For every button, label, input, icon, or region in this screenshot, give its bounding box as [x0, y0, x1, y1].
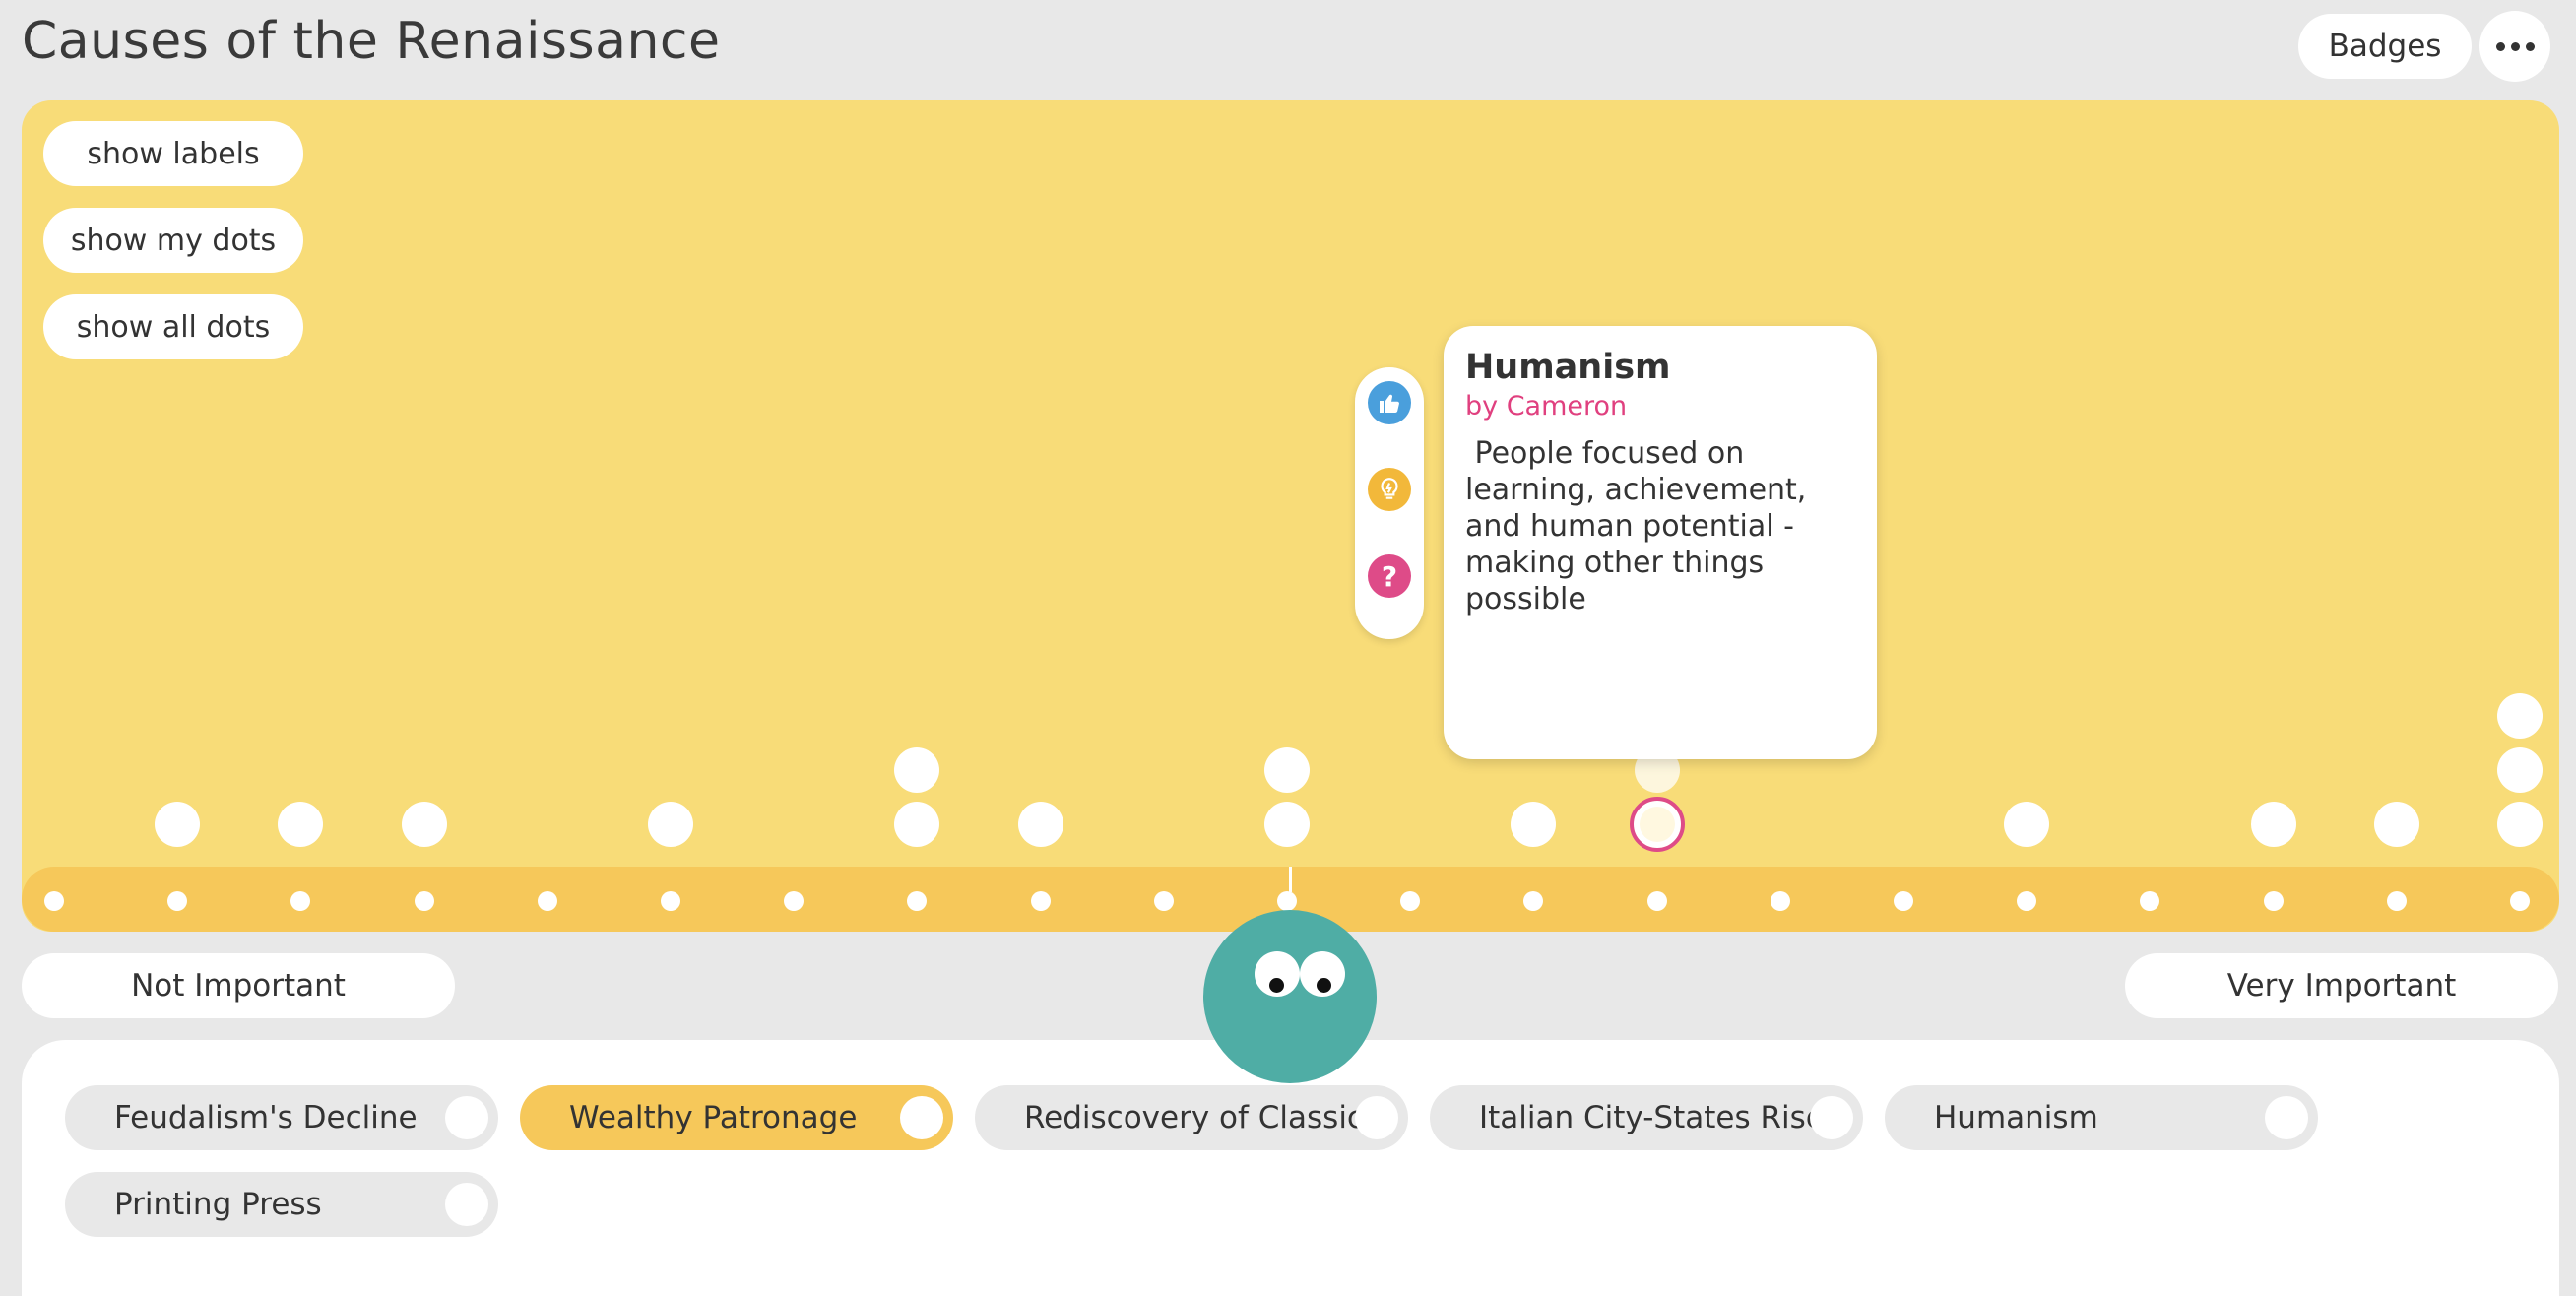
cause-label: Italian City-States Rise	[1479, 1100, 1825, 1135]
scale-tick[interactable]	[537, 891, 557, 911]
vote-dot[interactable]	[894, 802, 940, 847]
scale-tick[interactable]	[1030, 891, 1051, 911]
scale-tick[interactable]	[1646, 891, 1667, 911]
vote-dot[interactable]	[2250, 802, 2296, 847]
scale-tick[interactable]	[2510, 891, 2530, 911]
page-title: Causes of the Renaissance	[22, 12, 721, 71]
scale-tick[interactable]	[44, 891, 64, 911]
vote-dot[interactable]	[894, 747, 940, 793]
vote-dot[interactable]	[648, 802, 693, 847]
scale-tick[interactable]	[2263, 891, 2284, 911]
cause-toggle-knob[interactable]	[445, 1183, 488, 1226]
cause-pill[interactable]: Feudalism's Decline	[65, 1085, 498, 1150]
cause-toggle-knob[interactable]	[900, 1096, 943, 1139]
reaction-bar: ?	[1355, 367, 1424, 639]
cause-toggle-knob[interactable]	[1810, 1096, 1853, 1139]
vote-dot[interactable]	[1264, 747, 1310, 793]
card-body: People focused on learning, achievement,…	[1465, 436, 1816, 616]
vote-dot[interactable]	[401, 802, 447, 847]
scale-tick[interactable]	[1277, 891, 1297, 911]
not-important-label: Not Important	[22, 953, 455, 1018]
scale-tick[interactable]	[661, 891, 680, 911]
vote-dot[interactable]	[1264, 802, 1310, 847]
show-labels-button[interactable]: show labels	[43, 121, 303, 186]
vote-dot[interactable]	[2497, 802, 2543, 847]
ellipsis-icon	[2493, 41, 2538, 51]
cause-toggle-knob[interactable]	[445, 1096, 488, 1139]
vote-dot[interactable]	[1017, 802, 1063, 847]
vote-dot[interactable]	[278, 802, 324, 847]
cause-pill[interactable]: Italian City-States Rise	[1430, 1085, 1863, 1150]
scale-tick[interactable]	[1894, 891, 1913, 911]
scale-tick[interactable]	[1153, 891, 1174, 911]
cause-pill[interactable]: Humanism	[1885, 1085, 2318, 1150]
show-my-dots-button[interactable]: show my dots	[43, 208, 303, 273]
vote-dot[interactable]	[2373, 802, 2419, 847]
card-author: by Cameron	[1465, 391, 1628, 421]
cause-label: Printing Press	[114, 1187, 322, 1222]
cause-pill[interactable]: Wealthy Patronage	[520, 1085, 953, 1150]
question-icon[interactable]: ?	[1368, 554, 1411, 598]
thumbs-up-icon[interactable]	[1368, 381, 1411, 424]
badges-button[interactable]: Badges	[2298, 14, 2472, 79]
scale-tick[interactable]	[2386, 891, 2407, 911]
cause-label: Wealthy Patronage	[569, 1100, 858, 1135]
more-options-button[interactable]	[2479, 11, 2550, 82]
mascot-left-eye	[1255, 951, 1300, 997]
vote-dot[interactable]	[2497, 693, 2543, 739]
scale-tick[interactable]	[414, 891, 434, 911]
cause-label: Rediscovery of Classics	[1024, 1100, 1381, 1135]
scale-tick[interactable]	[1770, 891, 1790, 911]
card-title: Humanism	[1465, 348, 1671, 387]
cause-toggle-knob[interactable]	[2265, 1096, 2308, 1139]
mascot-right-eye	[1300, 951, 1345, 997]
vote-dot[interactable]	[2004, 802, 2050, 847]
cause-label: Feudalism's Decline	[114, 1100, 418, 1135]
cause-pill[interactable]: Printing Press	[65, 1172, 498, 1237]
mascot-avatar[interactable]	[1203, 910, 1377, 1083]
very-important-label: Very Important	[2125, 953, 2558, 1018]
rating-board: show labels show my dots show all dots	[22, 100, 2559, 932]
vote-dot[interactable]	[155, 802, 201, 847]
vote-dot[interactable]	[2497, 747, 2543, 793]
cause-toggle-knob[interactable]	[1355, 1096, 1398, 1139]
show-all-dots-button[interactable]: show all dots	[43, 294, 303, 359]
lightbulb-icon[interactable]	[1368, 468, 1411, 511]
cause-pill[interactable]: Rediscovery of Classics	[975, 1085, 1408, 1150]
cause-label: Humanism	[1934, 1100, 2098, 1135]
vote-dot[interactable]	[1511, 802, 1557, 847]
response-card: Humanism by Cameron People focused on le…	[1444, 326, 1877, 759]
selected-vote-dot[interactable]	[1629, 797, 1685, 852]
scale-marker	[1289, 867, 1292, 892]
